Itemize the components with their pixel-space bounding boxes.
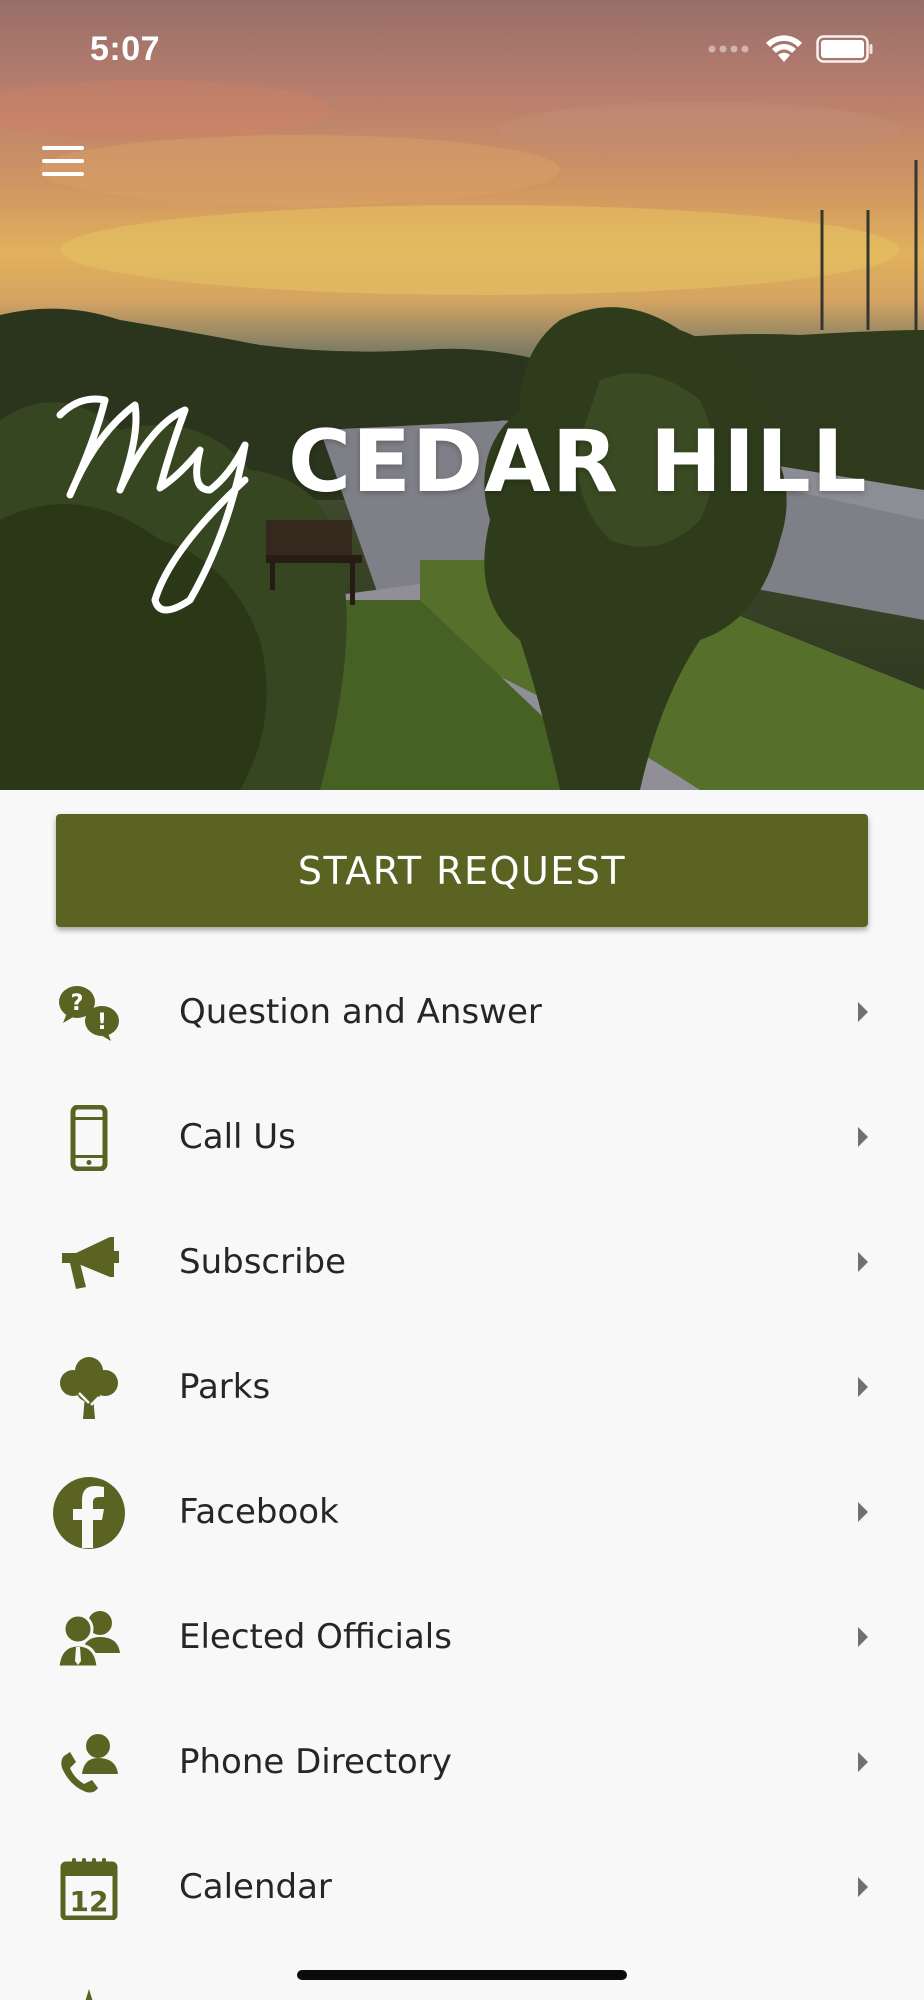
calendar-icon: 12: [50, 1852, 128, 1924]
menu-item-label: Subscribe: [179, 1242, 347, 1282]
menu-item-parks[interactable]: Parks: [0, 1325, 924, 1450]
menu-item-subscribe[interactable]: Subscribe: [0, 1200, 924, 1325]
partial-item-icon: [50, 1977, 128, 2000]
battery-icon: [816, 35, 873, 63]
start-request-button[interactable]: START REQUEST: [56, 814, 868, 927]
menu-item-label: Facebook: [179, 1492, 339, 1532]
chevron-right-icon: [858, 1627, 868, 1647]
menu-item-label: Elected Officials: [179, 1617, 452, 1657]
home-indicator: [297, 1970, 627, 1980]
menu-item-label: Question and Answer: [179, 992, 542, 1032]
chevron-right-icon: [858, 1127, 868, 1147]
menu-item-question-and-answer[interactable]: ? ! Question and Answer: [0, 950, 924, 1075]
menu-item-label: Parks: [179, 1367, 271, 1407]
wifi-icon: [766, 35, 802, 62]
menu-item-facebook[interactable]: Facebook: [0, 1450, 924, 1575]
main-menu-list: ? ! Question and Answer Call Us Subscrib…: [0, 950, 924, 2000]
menu-item-label: Calendar: [179, 1867, 332, 1907]
mobile-phone-icon: [50, 1102, 128, 1174]
menu-item-elected-officials[interactable]: Elected Officials: [0, 1575, 924, 1700]
facebook-icon: [50, 1477, 128, 1549]
svg-text:?: ?: [71, 991, 84, 1016]
svg-text:!: !: [97, 1010, 107, 1035]
hamburger-menu-icon[interactable]: [40, 142, 86, 180]
logo-script-my: [56, 395, 249, 614]
menu-item-call-us[interactable]: Call Us: [0, 1075, 924, 1200]
logo-text: CEDAR HILL: [288, 412, 868, 512]
chevron-right-icon: [858, 1502, 868, 1522]
calendar-day-number: 12: [70, 1885, 109, 1918]
officials-icon: [50, 1602, 128, 1674]
status-bar: 5:07: [0, 0, 924, 100]
question-answer-icon: ? !: [50, 977, 128, 1049]
chevron-right-icon: [858, 1252, 868, 1272]
chevron-right-icon: [858, 1877, 868, 1897]
megaphone-icon: [50, 1227, 128, 1299]
status-time: 5:07: [90, 30, 161, 68]
menu-item-calendar[interactable]: 12 Calendar: [0, 1825, 924, 1950]
chevron-right-icon: [858, 1377, 868, 1397]
menu-item-phone-directory[interactable]: Phone Directory: [0, 1700, 924, 1825]
phone-directory-icon: [50, 1727, 128, 1799]
cellular-signal-icon: [708, 45, 749, 53]
hero-banner: 5:07 CEDAR HILL: [0, 0, 924, 790]
status-icons: [708, 34, 874, 64]
menu-item-label: Phone Directory: [179, 1742, 452, 1782]
chevron-right-icon: [858, 1752, 868, 1772]
menu-item-label: Call Us: [179, 1117, 296, 1157]
tree-icon: [50, 1352, 128, 1424]
app-logo: CEDAR HILL: [40, 380, 900, 630]
chevron-right-icon: [858, 1002, 868, 1022]
